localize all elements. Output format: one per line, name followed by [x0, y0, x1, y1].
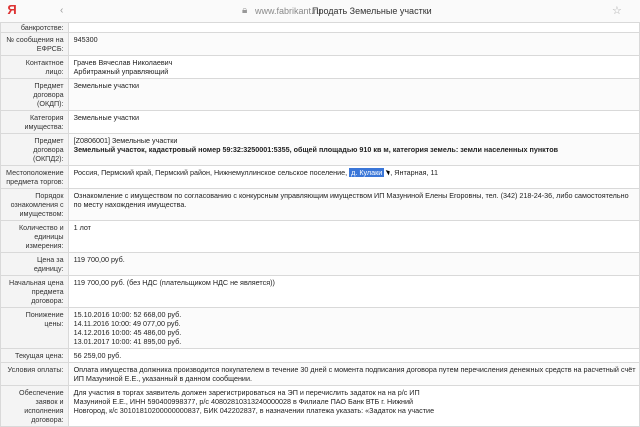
row-value: 1 лот: [67, 220, 640, 253]
row-value: 15.10.2016 10:00: 52 668,00 руб. 14.11.2…: [67, 307, 640, 349]
row-value: Для участия в торгах заявитель должен за…: [67, 385, 640, 427]
row-label: Текущая цена:: [0, 348, 69, 363]
price-step: 14.11.2016 10:00: 49 077,00 руб.: [73, 319, 181, 328]
row-label: Порядок ознакомления с имуществом:: [0, 188, 69, 221]
browser-toolbar: Я ‹ 🔒︎ www.fabrikant.ru Продать Земельны…: [0, 0, 640, 23]
contact-role: Арбитражный управляющий: [73, 67, 169, 76]
table-row: Обеспечение заявок и исполнения договора…: [0, 385, 640, 427]
row-label: Условия оплаты:: [0, 362, 69, 386]
table-row: Понижение цены: 15.10.2016 10:00: 52 668…: [0, 307, 640, 349]
row-label: Предмет договора (ОКПД2):: [0, 133, 69, 166]
table-row: Порядок ознакомления с имуществом: Ознак…: [0, 188, 640, 221]
row-label: банкротстве:: [0, 22, 69, 33]
price-step: 14.12.2016 10:00: 45 486,00 руб.: [73, 328, 182, 337]
price-step: 13.01.2017 10:00: 41 895,00 руб.: [73, 337, 182, 346]
table-row: банкротстве:: [0, 22, 640, 33]
row-value: Россия, Пермский край, Пермский район, Н…: [67, 165, 640, 189]
okpd2-code: [Z0806001] Земельные участки: [73, 136, 178, 145]
row-value: 119 700,00 руб. (без НДС (плательщиком Н…: [67, 275, 640, 308]
row-label: Количество и единицы измерения:: [0, 220, 69, 253]
table-row: Предмет договора (ОКДП): Земельные участ…: [0, 78, 640, 111]
lock-icon: 🔒︎: [242, 5, 248, 16]
row-label: Начальная цена предмета договора:: [0, 275, 69, 308]
row-label: Категория имущества:: [0, 110, 69, 134]
row-value: Грачев Вячеслав Николаевич Арбитражный у…: [67, 55, 640, 79]
row-label: Контактное лицо:: [0, 55, 69, 79]
row-value: [67, 22, 640, 33]
table-row: Цена за единицу: 119 700,00 руб.: [0, 252, 640, 276]
location-text: Россия, Пермский край, Пермский район, Н…: [73, 168, 350, 177]
selected-text[interactable]: д. Кулаки: [349, 168, 385, 177]
table-row: Контактное лицо: Грачев Вячеслав Николае…: [0, 55, 640, 79]
table-row: Категория имущества: Земельные участки: [0, 110, 640, 134]
table-row: № сообщения на ЕФРСБ: 945300: [0, 32, 640, 56]
table-row: Количество и единицы измерения: 1 лот: [0, 220, 640, 253]
table-row: Предмет договора (ОКПД2): [Z0806001] Зем…: [0, 133, 640, 166]
row-value: Оплата имущества должника производится п…: [67, 362, 640, 386]
price-step: 15.10.2016 10:00: 52 668,00 руб.: [73, 310, 182, 319]
row-value: Ознакомление с имуществом по согласовани…: [67, 188, 640, 221]
row-value: Земельные участки: [67, 78, 640, 111]
table-row: Начальная цена предмета договора: 119 70…: [0, 275, 640, 308]
deposit-line: Новгород, к/с 30101810200000000837, БИК …: [73, 406, 435, 415]
deposit-line: Мазуниной Е.Е., ИНН 590400998377, р/с 40…: [73, 397, 414, 406]
row-value: 119 700,00 руб.: [67, 252, 640, 276]
location-text-end: , Янтарная, 11: [390, 168, 438, 177]
row-value: Земельные участки: [67, 110, 640, 134]
row-label: Предмет договора (ОКДП):: [0, 78, 69, 111]
star-icon[interactable]: ☆: [612, 2, 622, 20]
row-label: Обеспечение заявок и исполнения договора…: [0, 385, 69, 427]
lot-details-table: банкротстве: № сообщения на ЕФРСБ: 94530…: [0, 22, 640, 427]
contact-name: Грачев Вячеслав Николаевич: [73, 58, 173, 67]
row-label: Цена за единицу:: [0, 252, 69, 276]
deposit-line: Для участия в торгах заявитель должен за…: [73, 388, 420, 397]
address-bar[interactable]: ‹ 🔒︎ www.fabrikant.ru Продать Земельные …: [60, 2, 630, 20]
row-label: № сообщения на ЕФРСБ:: [0, 32, 69, 56]
row-label: Понижение цены:: [0, 307, 69, 349]
row-value: 945300: [67, 32, 640, 56]
row-label: Местоположение предмета торгов:: [0, 165, 69, 189]
table-row: Текущая цена: 56 259,00 руб.: [0, 348, 640, 363]
row-value: 56 259,00 руб.: [67, 348, 640, 363]
back-icon[interactable]: ‹: [60, 2, 63, 20]
lot-description: Земельный участок, кадастровый номер 59:…: [73, 145, 559, 154]
yandex-logo[interactable]: Я: [4, 2, 20, 18]
row-value: [Z0806001] Земельные участки Земельный у…: [67, 133, 640, 166]
table-row: Условия оплаты: Оплата имущества должник…: [0, 362, 640, 386]
table-row: Местоположение предмета торгов: Россия, …: [0, 165, 640, 189]
page-title: Продать Земельные участки: [312, 6, 432, 16]
